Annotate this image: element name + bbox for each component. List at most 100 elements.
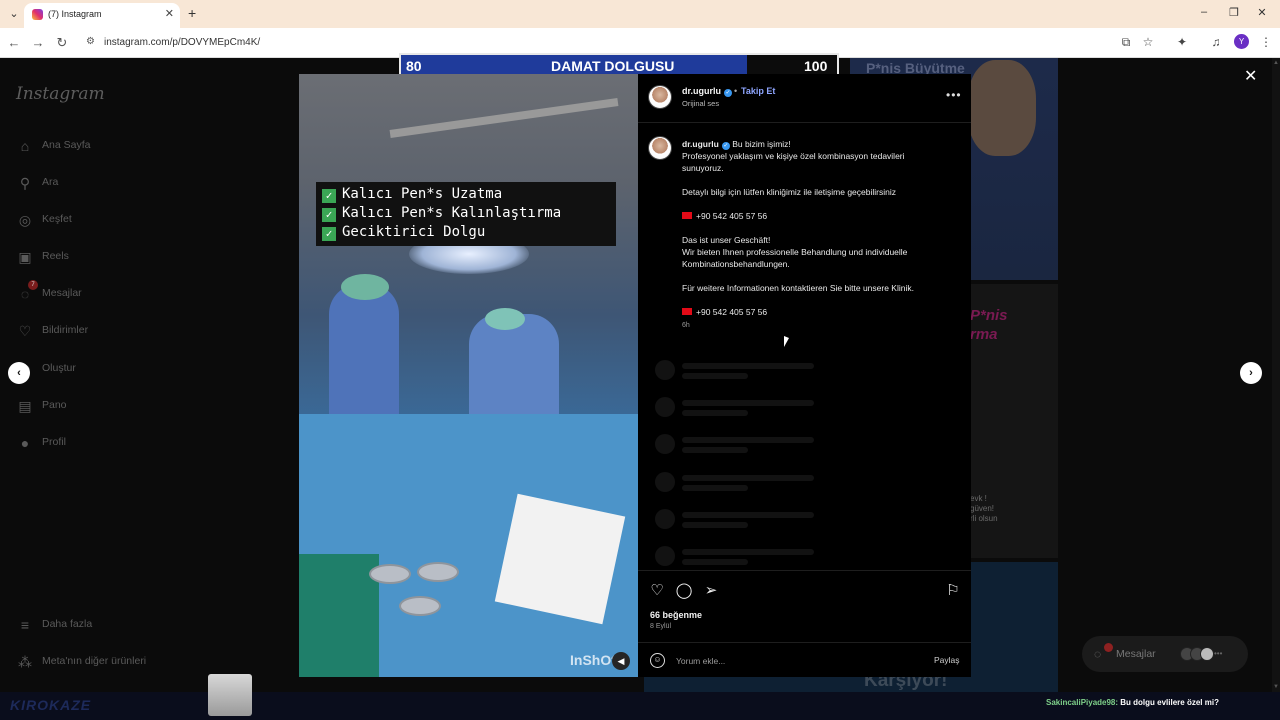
- sidebar-more[interactable]: ≡ Daha fazla: [16, 615, 216, 637]
- reload-icon[interactable]: ↻: [54, 35, 70, 51]
- caption-line: Kombinationsbehandlungen.: [682, 259, 790, 269]
- sidebar-item-create[interactable]: ⊕ Oluştur: [16, 359, 216, 381]
- sidebar-item-explore[interactable]: ◎ Keşfet: [16, 210, 216, 232]
- sidebar-item-label: Bildirimler: [42, 324, 89, 336]
- back-arrow-icon[interactable]: ←: [6, 35, 22, 50]
- comment-bubble-icon[interactable]: ◯: [675, 582, 693, 600]
- scroll-up-arrow-icon[interactable]: ▲: [1273, 60, 1279, 66]
- messages-badge: 7: [28, 280, 38, 290]
- divider: [638, 570, 971, 571]
- comment-skeleton: [655, 509, 855, 533]
- doctor-photo: [968, 60, 1036, 156]
- sidebar-item-home[interactable]: ⌂ Ana Sayfa: [16, 136, 216, 158]
- page-scrollbar[interactable]: [1272, 58, 1280, 692]
- chat-username: SakincaliPiyade98:: [1046, 698, 1119, 707]
- browser-menu-icon[interactable]: ⋮: [1258, 35, 1274, 49]
- sidebar-item-label: Keşfet: [42, 213, 72, 225]
- sidebar-item-label: Profil: [42, 436, 66, 448]
- install-app-icon[interactable]: ⧉: [1118, 35, 1134, 50]
- forward-arrow-icon[interactable]: →: [30, 35, 46, 50]
- tab-list-chevron-icon[interactable]: ⌄: [6, 6, 22, 22]
- sidebar-item-dashboard[interactable]: ▤ Pano: [16, 396, 216, 418]
- sidebar-item-label: Mesajlar: [42, 287, 82, 299]
- mouse-cursor: [784, 336, 789, 347]
- audio-toggle-icon[interactable]: ◀: [612, 652, 630, 670]
- tab-title: (7) Instagram: [48, 9, 102, 19]
- post-comment-button[interactable]: Paylaş: [934, 655, 960, 665]
- comment-skeleton: [655, 472, 855, 496]
- browser-tab[interactable]: (7) Instagram ✕: [24, 3, 180, 28]
- inshot-watermark: InShOt: [570, 652, 616, 668]
- more-dots-icon: •••: [1214, 649, 1223, 658]
- instagram-favicon-icon: [32, 9, 43, 20]
- close-icon[interactable]: ✕: [1244, 66, 1257, 86]
- instagram-logo[interactable]: Instagram: [16, 84, 105, 104]
- cup-image: [208, 674, 252, 716]
- extensions-icon[interactable]: ✦: [1174, 35, 1190, 49]
- dashboard-icon: ▤: [18, 398, 32, 414]
- like-heart-icon[interactable]: ♡: [648, 582, 666, 600]
- window-close-icon[interactable]: ✕: [1252, 6, 1272, 19]
- new-tab-plus-icon[interactable]: +: [188, 5, 196, 21]
- sidebar-item-profile[interactable]: ● Profil: [16, 433, 216, 455]
- likes-count[interactable]: 66 beğenme: [650, 610, 702, 620]
- original-audio-link[interactable]: Orijinal ses: [682, 99, 719, 108]
- surgeon-cap: [341, 274, 389, 300]
- follow-button[interactable]: Takip Et: [741, 86, 775, 96]
- checkmark-icon: ✓: [322, 208, 336, 222]
- caption-line: Das ist unser Geschäft!: [682, 235, 771, 245]
- checkmark-icon: ✓: [322, 189, 336, 203]
- avatar[interactable]: [648, 136, 672, 160]
- messenger-icon: ◌: [1094, 647, 1102, 661]
- address-bar[interactable]: ⚙ instagram.com/p/DOVYMEpCm4K/: [80, 32, 1160, 54]
- comment-input[interactable]: [676, 654, 906, 668]
- caption-line: Detaylı bilgi için lütfen kliniğimiz ile…: [682, 187, 896, 197]
- sidebar-meta-products[interactable]: ⁂ Meta'nın diğer ürünleri: [16, 652, 216, 674]
- tab-close-icon[interactable]: ✕: [165, 7, 174, 20]
- post-video[interactable]: ✓ Kalıcı Pen*s Uzatma ✓ Kalıcı Pen*s Kalın…: [299, 74, 638, 677]
- url-text[interactable]: instagram.com/p/DOVYMEpCm4K/: [104, 37, 260, 48]
- verified-badge-icon: ✓: [724, 89, 732, 97]
- post-date: 8 Eylül: [650, 623, 672, 630]
- sidebar-item-label: Daha fazla: [42, 618, 93, 630]
- thumbnail-subtext: evk ! güven! rli olsun: [970, 494, 998, 523]
- scroll-down-arrow-icon[interactable]: ▼: [1273, 684, 1279, 690]
- more-options-icon[interactable]: •••: [946, 88, 962, 102]
- share-send-icon[interactable]: ➢: [702, 582, 720, 600]
- restore-icon[interactable]: ❐: [1224, 6, 1244, 19]
- media-controls-icon[interactable]: ♫: [1208, 35, 1224, 49]
- sidebar-item-notifications[interactable]: ♡ Bildirimler: [16, 321, 216, 343]
- video-text-overlay: ✓ Kalıcı Pen*s Uzatma ✓ Kalıcı Pen*s Kalın…: [316, 182, 616, 246]
- caption-timestamp[interactable]: 6h: [682, 322, 690, 329]
- post-username[interactable]: dr.ugurlu ✓: [682, 86, 732, 97]
- previous-post-chevron-icon[interactable]: ‹: [8, 362, 30, 384]
- turkey-flag-icon: [682, 212, 692, 219]
- steel-bowl: [417, 562, 459, 582]
- sidebar-item-messages[interactable]: ◌ 7 Mesajlar: [16, 280, 216, 306]
- caption-username[interactable]: dr.ugurlu: [682, 139, 719, 149]
- minimize-icon[interactable]: –: [1194, 6, 1214, 18]
- avatar[interactable]: [648, 85, 672, 109]
- stream-overlay-bar: KIROKAZE SakincaliPiyade98: Bu dolgu evl…: [0, 674, 1280, 720]
- score-title: DAMAT DOLGUSU: [551, 58, 675, 74]
- bookmark-star-icon[interactable]: ☆: [1140, 35, 1156, 49]
- sidebar-item-label: Ara: [42, 176, 59, 188]
- checkmark-icon: ✓: [322, 227, 336, 241]
- site-info-icon[interactable]: ⚙: [86, 36, 95, 47]
- overlay-line: ✓ Kalıcı Pen*s Kalınlaştırma: [322, 205, 561, 223]
- surgeon-cap: [485, 308, 525, 330]
- compass-icon: ◎: [18, 212, 32, 228]
- steel-bowl: [369, 564, 411, 584]
- sidebar-item-label: Oluştur: [42, 362, 76, 374]
- home-icon: ⌂: [20, 138, 30, 154]
- emoji-icon[interactable]: ☺: [650, 653, 665, 668]
- messages-pill[interactable]: ◌ Mesajlar •••: [1082, 636, 1248, 672]
- hamburger-icon: ≡: [20, 617, 30, 633]
- messages-badge: [1104, 643, 1113, 652]
- sidebar-item-reels[interactable]: ▣ Reels: [16, 247, 216, 269]
- bookmark-icon[interactable]: ⚐: [944, 582, 962, 600]
- next-post-chevron-icon[interactable]: ›: [1240, 362, 1262, 384]
- comment-skeleton: [655, 360, 855, 384]
- browser-profile-avatar[interactable]: Y: [1234, 34, 1249, 49]
- sidebar-item-search[interactable]: ⚲ Ara: [16, 173, 216, 195]
